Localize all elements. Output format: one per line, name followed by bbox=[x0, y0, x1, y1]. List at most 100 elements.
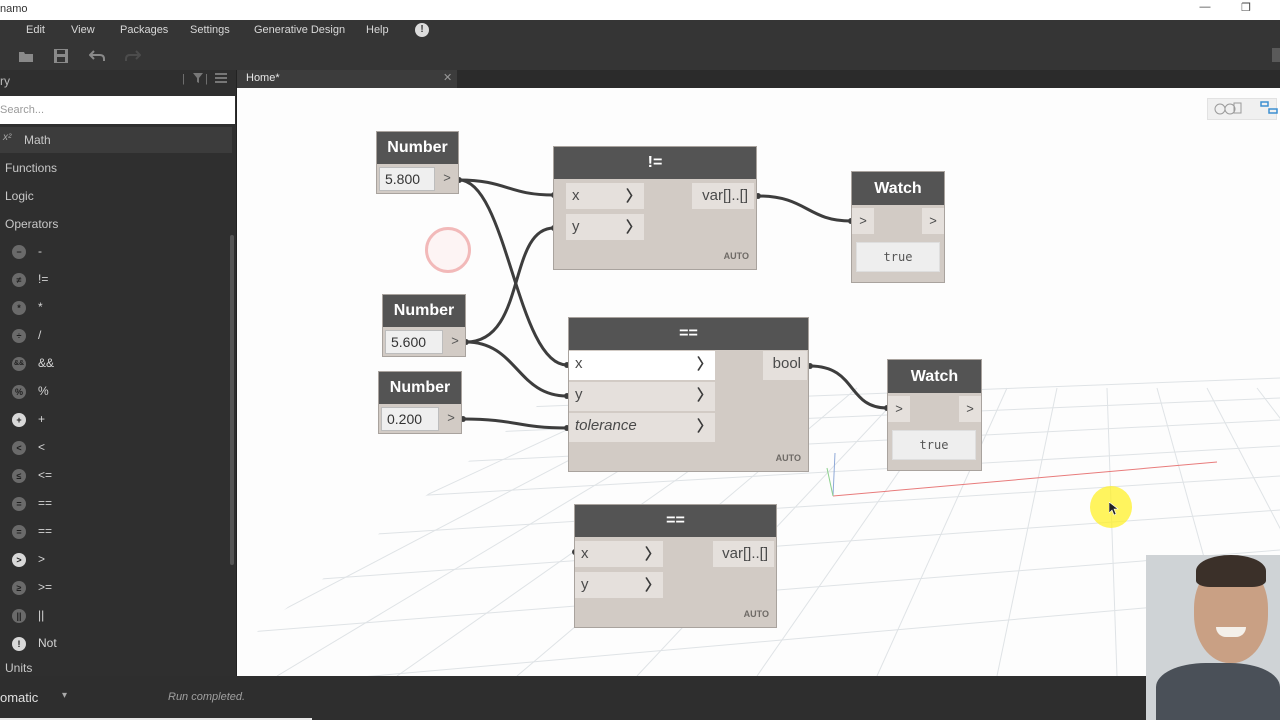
operator-less-equal[interactable]: ≤ <= bbox=[0, 463, 232, 489]
chevron-right-icon: 〉 bbox=[696, 387, 712, 404]
menu-packages[interactable]: Packages bbox=[120, 24, 168, 36]
percent-icon: % bbox=[12, 385, 26, 399]
watch-node-2[interactable]: Watch > > true bbox=[887, 359, 982, 471]
close-icon[interactable]: ✕ bbox=[443, 71, 452, 84]
number-input[interactable]: 0.200 bbox=[381, 407, 439, 431]
number-node-3[interactable]: Number 0.200 > bbox=[378, 371, 462, 434]
number-node-1[interactable]: Number 5.800 > bbox=[376, 131, 459, 194]
toolbar-overflow[interactable] bbox=[1272, 48, 1280, 62]
category-functions[interactable]: Functions bbox=[0, 155, 232, 181]
run-mode-value: omatic bbox=[0, 690, 39, 705]
menu-generative-design[interactable]: Generative Design bbox=[254, 24, 345, 36]
search-input[interactable] bbox=[0, 100, 230, 120]
library-scrollbar[interactable] bbox=[230, 235, 234, 565]
node-title: == bbox=[575, 505, 776, 537]
operator-multiply[interactable]: * * bbox=[0, 295, 232, 321]
redo-icon[interactable] bbox=[125, 48, 142, 64]
category-label: Operators bbox=[5, 217, 59, 231]
presenter-shirt bbox=[1156, 663, 1280, 720]
library-header: ry | | bbox=[0, 70, 237, 94]
input-port-y[interactable]: y 〉 bbox=[575, 572, 663, 598]
operator-label: <= bbox=[38, 468, 53, 482]
number-output-port[interactable]: > bbox=[443, 410, 459, 430]
operator-or[interactable]: || || bbox=[0, 603, 232, 629]
category-operators[interactable]: Operators bbox=[0, 211, 232, 237]
operator-and[interactable]: && && bbox=[0, 351, 232, 377]
menu-settings[interactable]: Settings bbox=[190, 24, 230, 36]
number-node-2[interactable]: Number 5.600 > bbox=[382, 294, 466, 357]
operator-label: > bbox=[38, 552, 46, 566]
operator-equal[interactable]: = == bbox=[0, 491, 232, 517]
run-mode-dropdown[interactable]: omatic ▾ bbox=[0, 684, 78, 712]
save-icon[interactable] bbox=[53, 48, 69, 64]
menu-help[interactable]: Help bbox=[366, 24, 389, 36]
operator-equal-tolerance[interactable]: = == bbox=[0, 519, 232, 545]
operator-modulo[interactable]: % % bbox=[0, 379, 232, 405]
number-output-port[interactable]: > bbox=[447, 333, 463, 353]
operator-add[interactable]: + + bbox=[0, 407, 232, 433]
category-units[interactable]: Units bbox=[0, 658, 232, 676]
chevron-down-icon: ▾ bbox=[62, 690, 68, 701]
undo-icon[interactable] bbox=[88, 48, 105, 64]
layout-icon[interactable] bbox=[215, 73, 227, 86]
port-label: bool bbox=[772, 355, 801, 372]
menu-view[interactable]: View bbox=[71, 24, 95, 36]
watch-input-port[interactable]: > bbox=[888, 396, 910, 422]
input-port-x[interactable]: x 〉 bbox=[566, 183, 644, 209]
operator-subtract[interactable]: − - bbox=[0, 239, 232, 265]
operator-divide[interactable]: ÷ / bbox=[0, 323, 232, 349]
graph-canvas[interactable]: Number 5.800 > Number 5.600 > Number 0.2… bbox=[237, 88, 1280, 676]
wire-eq1-watch2 bbox=[809, 364, 888, 410]
presenter-hair bbox=[1196, 555, 1266, 587]
filter-icon[interactable] bbox=[193, 73, 203, 86]
wire-n2-eq1-y bbox=[465, 340, 568, 398]
not-equal-node[interactable]: != x 〉 y 〉 var[]..[] AUTO bbox=[553, 146, 757, 270]
input-port-y[interactable]: y 〉 bbox=[566, 214, 644, 240]
output-port[interactable]: bool bbox=[763, 351, 807, 380]
equal-node-2[interactable]: == x 〉 y 〉 var[]..[] AUTO bbox=[574, 504, 777, 628]
input-port-y[interactable]: y 〉 bbox=[569, 382, 715, 411]
open-folder-icon[interactable] bbox=[18, 48, 34, 64]
not-equal-icon: ≠ bbox=[12, 273, 26, 287]
operator-greater-than[interactable]: > > bbox=[0, 547, 232, 573]
lacing-label: AUTO bbox=[743, 609, 769, 619]
restore-button[interactable]: ❐ bbox=[1231, 1, 1261, 19]
divider-icon: | bbox=[182, 73, 185, 85]
input-port-x[interactable]: x 〉 bbox=[569, 351, 715, 380]
watch-node-1[interactable]: Watch > > true bbox=[851, 171, 945, 283]
category-label: Functions bbox=[5, 161, 58, 175]
operator-not[interactable]: ! Not bbox=[0, 631, 232, 657]
operator-label: / bbox=[38, 328, 42, 342]
node-title: Watch bbox=[852, 172, 944, 205]
input-port-tolerance[interactable]: tolerance 〉 bbox=[569, 413, 715, 442]
operator-greater-equal[interactable]: ≥ >= bbox=[0, 575, 232, 601]
port-label: y bbox=[575, 386, 583, 403]
output-port[interactable]: var[]..[] bbox=[713, 541, 774, 567]
divider-icon: | bbox=[205, 73, 208, 85]
menu-edit[interactable]: Edit bbox=[26, 24, 45, 36]
multiply-icon: * bbox=[12, 301, 26, 315]
output-port[interactable]: var[]..[] bbox=[692, 183, 754, 209]
geometry-view-icon[interactable] bbox=[1214, 101, 1242, 118]
notification-icon[interactable]: ! bbox=[415, 23, 429, 37]
node-title: != bbox=[554, 147, 756, 179]
number-output-port[interactable]: > bbox=[439, 170, 455, 190]
library-search[interactable] bbox=[0, 96, 235, 124]
operator-not-equal[interactable]: ≠ != bbox=[0, 267, 232, 293]
input-port-x[interactable]: x 〉 bbox=[575, 541, 663, 567]
tab-home[interactable]: Home* ✕ bbox=[237, 70, 457, 88]
number-input[interactable]: 5.600 bbox=[385, 330, 443, 354]
tab-strip: Home* ✕ bbox=[237, 70, 1280, 88]
equal-node-1[interactable]: == x 〉 y 〉 tolerance 〉 bool AUTO bbox=[568, 317, 809, 472]
category-logic[interactable]: Logic bbox=[0, 183, 232, 209]
minimize-button[interactable]: — bbox=[1190, 1, 1220, 19]
operator-label: == bbox=[38, 496, 53, 510]
watch-output-port[interactable]: > bbox=[959, 396, 981, 422]
operator-less-than[interactable]: < < bbox=[0, 435, 232, 461]
view-toggle[interactable] bbox=[1207, 98, 1278, 120]
watch-input-port[interactable]: > bbox=[852, 208, 874, 234]
watch-output-port[interactable]: > bbox=[922, 208, 944, 234]
category-math[interactable]: x² Math bbox=[0, 127, 232, 153]
graph-view-icon[interactable] bbox=[1260, 101, 1278, 118]
number-input[interactable]: 5.800 bbox=[379, 167, 435, 191]
